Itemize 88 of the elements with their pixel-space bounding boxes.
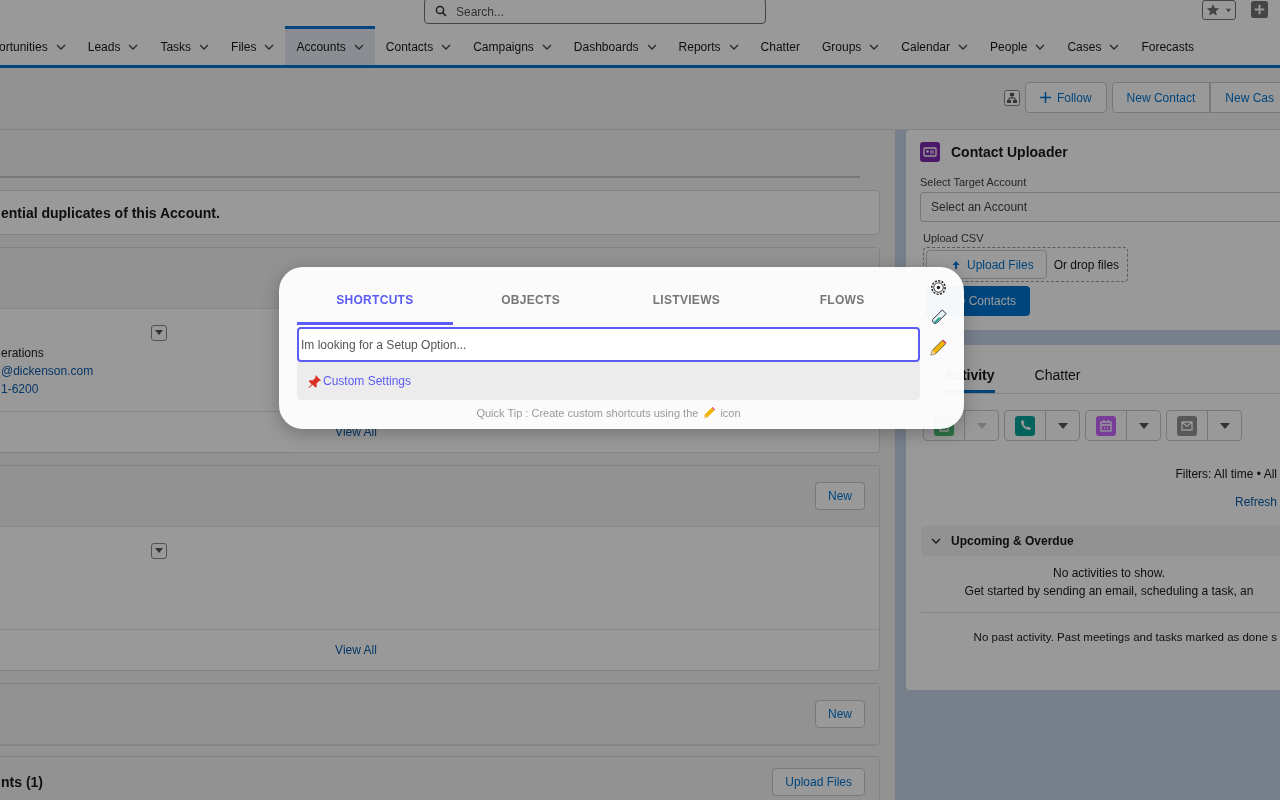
row-menu-button[interactable] <box>151 543 167 559</box>
chevron-icon <box>931 536 941 546</box>
nav-tab[interactable]: Campaigns <box>462 26 563 65</box>
duplicate-notice: ential duplicates of this Account. <box>1 204 220 221</box>
contact-link[interactable]: 1-6200 <box>1 381 39 397</box>
chevron-icon <box>55 44 66 50</box>
chevron-icon <box>128 44 139 50</box>
chevron-icon <box>728 44 739 50</box>
caret-icon <box>155 548 163 554</box>
gear-icon[interactable] <box>929 278 948 297</box>
contact-link[interactable]: @dickenson.com <box>1 363 94 379</box>
new-button[interactable]: New <box>815 482 865 510</box>
nav-tab[interactable]: Cases <box>1056 26 1131 65</box>
dialog-tab[interactable]: LISTVIEWS <box>608 278 765 325</box>
caret-icon <box>976 422 987 429</box>
follow-button[interactable]: Follow <box>1024 82 1107 113</box>
contact-card-icon <box>920 142 940 162</box>
pencil-icon[interactable] <box>929 338 948 357</box>
nav-tab[interactable]: Tasks <box>149 26 221 65</box>
nav-tab[interactable]: Files <box>220 26 286 65</box>
chevron-icon <box>1035 44 1046 50</box>
contact-detail: erations <box>1 345 44 361</box>
upload-files-button[interactable]: Upload Files <box>772 768 865 796</box>
empty-message: Get started by sending an email, scheduling a task, an <box>964 584 1254 598</box>
upload-files-button[interactable]: Upload Files <box>926 250 1047 279</box>
card-title: nts (1) <box>1 774 43 790</box>
nav-tab[interactable]: Forecasts <box>1130 26 1206 65</box>
account-select[interactable]: Select an Account <box>920 192 1280 222</box>
field-label: Select Target Account <box>920 176 1027 188</box>
nav-tab[interactable]: Groups <box>810 26 891 65</box>
chevron-icon <box>958 44 969 50</box>
chevron-icon <box>264 44 275 50</box>
caret-icon <box>1225 6 1233 14</box>
email-icon <box>1177 415 1197 436</box>
chevron-icon <box>1109 44 1120 50</box>
search-field[interactable]: Search... <box>424 0 766 24</box>
new-button[interactable]: New <box>815 700 865 728</box>
panel-tab[interactable]: Chatter <box>1034 362 1081 393</box>
section-header[interactable]: Upcoming & Overdue <box>921 526 1280 556</box>
hierarchy-icon[interactable] <box>1003 89 1020 106</box>
chevron-icon <box>441 44 452 50</box>
tip-text: Quick Tip : Create custom shortcuts using the <box>476 407 699 419</box>
test-tube-icon[interactable] <box>929 308 948 327</box>
nav-tab[interactable]: Chatter <box>749 26 811 65</box>
action-button[interactable]: New Cas <box>1210 82 1280 113</box>
search-field[interactable]: Im looking for a Setup Option... <box>297 327 920 362</box>
panel-title: Contact Uploader <box>951 144 1068 160</box>
caret-icon <box>1057 422 1068 429</box>
refresh-link[interactable]: Refresh <box>1234 495 1277 509</box>
pencil-icon <box>702 406 717 420</box>
view-all-link[interactable]: View All <box>335 643 377 657</box>
favorites-button[interactable] <box>1202 0 1236 20</box>
chevron-icon <box>199 44 210 50</box>
shortcut-link[interactable]: Custom Settings <box>323 374 412 388</box>
empty-message: No activities to show. <box>1052 566 1166 580</box>
plus-icon <box>1039 92 1051 103</box>
nav-tab[interactable]: Accounts <box>285 26 375 65</box>
action-button[interactable]: New Contact <box>1111 82 1211 113</box>
caret-icon <box>1138 422 1149 429</box>
row-menu-button[interactable] <box>151 325 167 341</box>
nav-tab[interactable]: Leads <box>76 26 150 65</box>
field-label: Upload CSV <box>923 232 984 244</box>
event-icon <box>1096 415 1116 436</box>
add-icon[interactable] <box>1251 1 1268 18</box>
dialog-tab[interactable]: OBJECTS <box>452 278 609 325</box>
chevron-icon <box>869 44 880 50</box>
nav-tab[interactable]: Contacts <box>374 26 463 65</box>
chevron-icon <box>353 44 364 50</box>
call-icon <box>1015 415 1035 436</box>
nav-tab[interactable]: Dashboards <box>562 26 668 65</box>
nav-tab[interactable]: People <box>979 26 1057 65</box>
nav-tab[interactable]: Reports <box>667 26 750 65</box>
nav-tab[interactable]: ortunities <box>0 26 77 65</box>
caret-icon <box>155 330 163 336</box>
pushpin-icon <box>307 373 322 389</box>
filters-text: Filters: All time • All <box>1175 467 1277 481</box>
caret-icon <box>1219 422 1230 429</box>
star-icon <box>1205 3 1220 17</box>
upload-icon <box>951 259 961 270</box>
view-all-link[interactable]: View All <box>335 425 377 439</box>
drop-hint: Or drop files <box>1053 257 1120 272</box>
chevron-icon <box>541 44 552 50</box>
search-icon <box>435 5 447 17</box>
tip-text: icon <box>720 407 741 419</box>
dialog-tab[interactable]: FLOWS <box>764 278 920 325</box>
chevron-icon <box>646 44 657 50</box>
nav-tab[interactable]: Calendar <box>890 26 980 65</box>
empty-message: No past activity. Past meetings and tasks marked as done s <box>973 631 1277 643</box>
